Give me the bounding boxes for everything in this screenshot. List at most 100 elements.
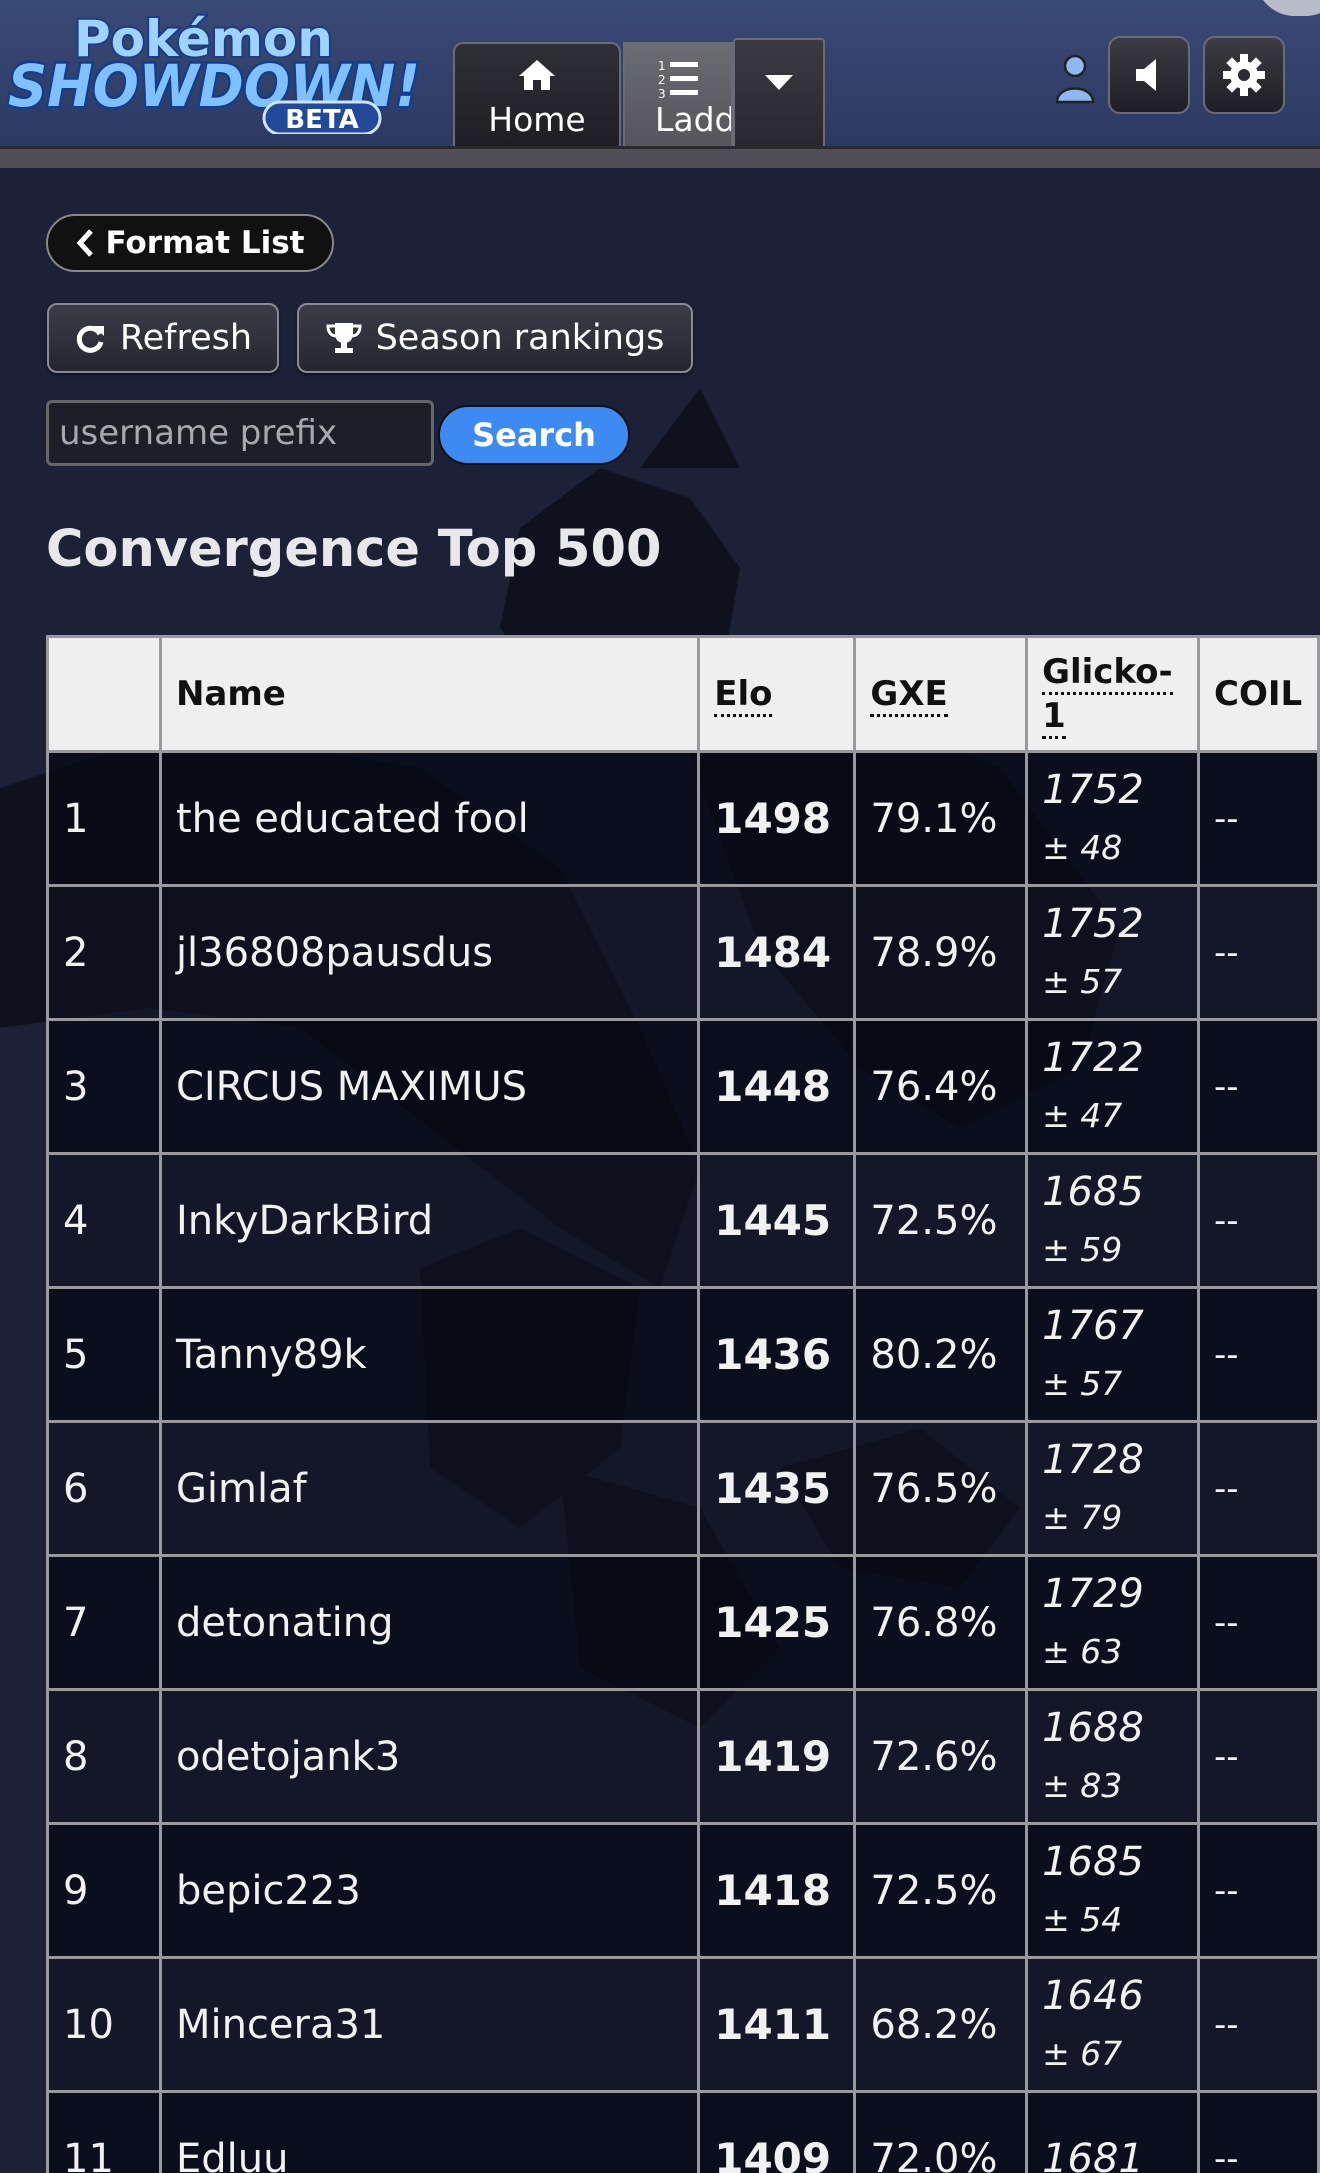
rank-cell: 3 [46,1018,162,1155]
glicko-deviation: ± 48 [1042,827,1123,867]
glicko-rating: 1646 [1042,1972,1144,2019]
gxe-cell: 79.1% [853,750,1029,887]
refresh-icon [76,325,104,353]
table-row[interactable]: 3 CIRCUS MAXIMUS 1448 76.4% 1722 ± 47 -- [46,1018,1320,1155]
rank-cell: 11 [46,2090,162,2173]
player-name-cell[interactable]: Tanny89k [158,1286,701,1423]
table-row[interactable]: 4 InkyDarkBird 1445 72.5% 1685 ± 59 -- [46,1152,1320,1289]
player-name-cell[interactable]: jl36808pausdus [158,884,701,1021]
elo-cell: 1425 [697,1554,857,1691]
glicko-cell: 1685 ± 59 [1025,1152,1201,1289]
gxe-cell: 76.8% [853,1554,1029,1691]
refresh-label: Refresh [119,318,253,358]
glicko-deviation: ± 63 [1042,1631,1123,1671]
player-name-cell[interactable]: Edluu [158,2090,701,2173]
settings-button[interactable] [1203,36,1285,114]
glicko-cell: 1728 ± 79 [1025,1420,1201,1557]
elo-cell: 1498 [697,750,857,887]
coil-cell: -- [1197,884,1320,1021]
table-row[interactable]: 8 odetojank3 1419 72.6% 1688 ± 83 -- [46,1688,1320,1825]
refresh-button[interactable]: Refresh [47,303,279,373]
glicko-cell: 1685 ± 54 [1025,1822,1201,1959]
table-row[interactable]: 1 the educated fool 1498 79.1% 1752 ± 48 -- [46,750,1320,887]
glicko-rating: 1728 [1042,1436,1144,1483]
glicko-abbr: Glicko- 1 [1042,652,1173,739]
coil-cell: -- [1197,1822,1320,1959]
corner-decoration [1255,0,1320,16]
ladder-body: 1 the educated fool 1498 79.1% 1752 ± 48 -- 2 jl… [46,750,1320,2173]
table-row[interactable]: 6 Gimlaf 1435 76.5% 1728 ± 79 -- [46,1420,1320,1557]
table-row[interactable]: 2 jl36808pausdus 1484 78.9% 1752 ± 57 -- [46,884,1320,1021]
player-name-cell[interactable]: bepic223 [158,1822,701,1959]
player-name-cell[interactable]: the educated fool [158,750,701,887]
glicko-cell: 1752 ± 57 [1025,884,1201,1021]
glicko-deviation: ± 54 [1042,1899,1123,1939]
svg-text:2: 2 [658,73,666,87]
player-name-cell[interactable]: detonating [158,1554,701,1691]
glicko-cell: 1752 ± 48 [1025,750,1201,887]
home-icon [519,60,555,90]
rank-cell: 5 [46,1286,162,1423]
table-row[interactable]: 11 Edluu 1409 72.0% 1681 -- [46,2090,1320,2173]
glicko-deviation: ± 59 [1042,1229,1123,1269]
glicko-cell: 1729 ± 63 [1025,1554,1201,1691]
table-row[interactable]: 7 detonating 1425 76.8% 1729 ± 63 -- [46,1554,1320,1691]
tab-ladder[interactable]: 1 2 3 Ladd [623,42,733,146]
glicko-cell: 1646 ± 67 [1025,1956,1201,2093]
glicko-deviation: ± 57 [1042,1363,1123,1403]
tab-home-label: Home [488,100,586,139]
username-prefix-input[interactable] [46,400,434,466]
glicko-cell: 1688 ± 83 [1025,1688,1201,1825]
table-row[interactable]: 5 Tanny89k 1436 80.2% 1767 ± 57 -- [46,1286,1320,1423]
glicko-rating: 1752 [1042,900,1144,947]
glicko-deviation: ± 57 [1042,961,1123,1001]
elo-cell: 1411 [697,1956,857,2093]
svg-text:3: 3 [658,87,666,101]
format-list-label: Format List [105,225,305,261]
column-header-coil: COIL [1197,635,1320,753]
player-name-cell[interactable]: Gimlaf [158,1420,701,1557]
column-header-elo: Elo [697,635,857,753]
rank-cell: 9 [46,1822,162,1959]
table-header-row: Name Elo GXE Glicko- 1 COIL [46,635,1320,753]
coil-cell: -- [1197,1956,1320,2093]
gxe-cell: 76.5% [853,1420,1029,1557]
user-icon[interactable] [1054,52,1096,104]
gxe-cell: 80.2% [853,1286,1029,1423]
column-header-rank [46,635,162,753]
column-header-name: Name [158,635,701,753]
glicko-rating: 1722 [1042,1034,1144,1081]
elo-cell: 1418 [697,1822,857,1959]
rank-cell: 10 [46,1956,162,2093]
table-row[interactable]: 10 Mincera31 1411 68.2% 1646 ± 67 -- [46,1956,1320,2093]
coil-cell: -- [1197,1420,1320,1557]
glicko-deviation: ± 79 [1042,1497,1123,1537]
glicko-rating: 1752 [1042,766,1144,813]
player-name-cell[interactable]: odetojank3 [158,1688,701,1825]
search-button[interactable]: Search [438,405,630,465]
tab-home[interactable]: Home [453,42,621,146]
sound-button[interactable] [1108,36,1190,114]
format-list-button[interactable]: Format List [46,214,334,272]
glicko-rating: 1767 [1042,1302,1144,1349]
tabs-overflow-button[interactable] [733,38,825,146]
gxe-cell: 68.2% [853,1956,1029,2093]
glicko-cell: 1722 ± 47 [1025,1018,1201,1155]
table-row[interactable]: 9 bepic223 1418 72.5% 1685 ± 54 -- [46,1822,1320,1959]
player-name-cell[interactable]: Mincera31 [158,1956,701,2093]
glicko-rating: 1729 [1042,1570,1144,1617]
season-rankings-button[interactable]: Season rankings [297,303,693,373]
elo-cell: 1445 [697,1152,857,1289]
logo-badge: BETA [285,105,358,134]
gxe-cell: 78.9% [853,884,1029,1021]
pokemon-showdown-logo[interactable]: Pokémon SHOWDOWN! BETA [6,6,440,134]
player-name-cell[interactable]: InkyDarkBird [158,1152,701,1289]
glicko-cell: 1681 [1025,2090,1201,2173]
gxe-cell: 72.6% [853,1688,1029,1825]
player-name-cell[interactable]: CIRCUS MAXIMUS [158,1018,701,1155]
glicko-rating: 1688 [1042,1704,1144,1751]
ladder-list-icon: 1 2 3 [658,59,698,101]
rank-cell: 1 [46,750,162,887]
glicko-cell: 1767 ± 57 [1025,1286,1201,1423]
page-title: Convergence Top 500 [46,520,662,579]
